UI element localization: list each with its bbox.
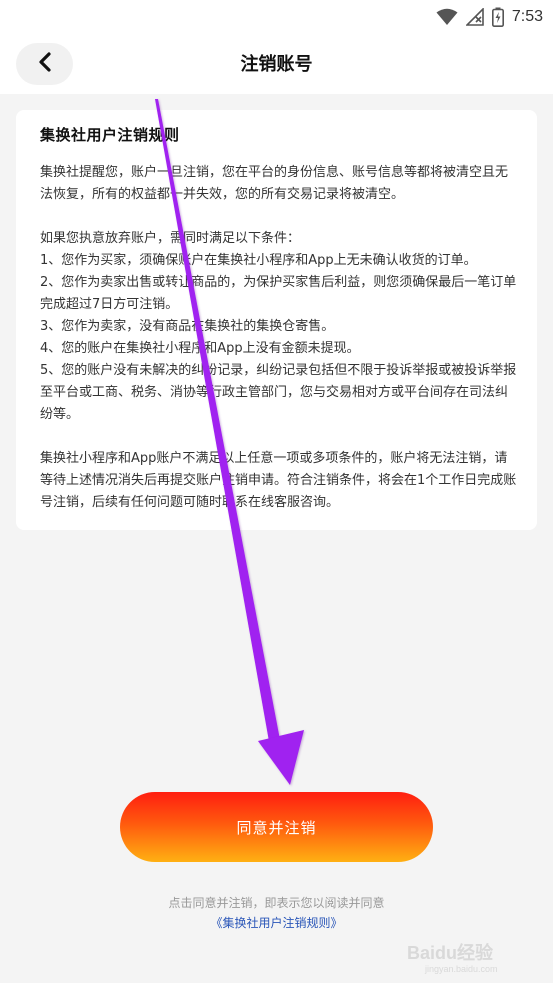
signal-icon [465, 8, 484, 26]
consent-note: 点击同意并注销，即表示您以阅读并同意 [168, 896, 385, 910]
rules-condition: 5、您的账户没有未解决的纠纷记录，纠纷记录包括但不限于投诉举报或被投诉举报至平台… [40, 363, 517, 422]
watermark-logo-text: Baidu经验 [407, 942, 494, 963]
status-time: 7:53 [511, 8, 543, 25]
status-icons: 7:53 [436, 6, 543, 28]
rules-title: 集换社用户注销规则 [40, 126, 180, 144]
page-title: 注销账号 [240, 54, 313, 75]
rules-condition: 1、您作为买家，须确保账户在集换社小程序和App上无未确认收货的订单。 [40, 253, 477, 268]
agree-and-cancel-account-button[interactable]: 同意并注销 [120, 792, 433, 862]
rules-closing: 集换社小程序和App账户不满足以上任意一项或多项条件的，账户将无法注销，请等待上… [40, 451, 517, 510]
rules-intro: 集换社提醒您，账户一旦注销，您在平台的身份信息、账号信息等都将被清空且无法恢复，… [40, 165, 509, 202]
battery-icon [491, 7, 504, 27]
rules-condition-lead: 如果您执意放弃账户，需同时满足以下条件： [40, 231, 301, 246]
rules-link[interactable]: 《集换社用户注销规则》 [0, 913, 553, 933]
rules-condition: 4、您的账户在集换社小程序和App上没有金额未提现。 [40, 341, 360, 356]
baidu-jingyan-watermark: Baidu经验 jingyan.baidu.com [405, 939, 545, 975]
rules-condition: 3、您作为卖家，没有商品在集换社的集换仓寄售。 [40, 319, 335, 334]
nav-bar: 注销账号 [0, 36, 553, 94]
rules-card: 集换社用户注销规则 集换社提醒您，账户一旦注销，您在平台的身份信息、账号信息等都… [16, 110, 537, 530]
watermark-url-text: jingyan.baidu.com [424, 964, 498, 974]
status-bar: 7:53 [0, 0, 553, 36]
wifi-icon [436, 8, 458, 26]
rules-condition: 2、您作为卖家出售或转让商品的，为保护买家售后利益，则您须确保最后一笔订单完成超… [40, 275, 517, 312]
